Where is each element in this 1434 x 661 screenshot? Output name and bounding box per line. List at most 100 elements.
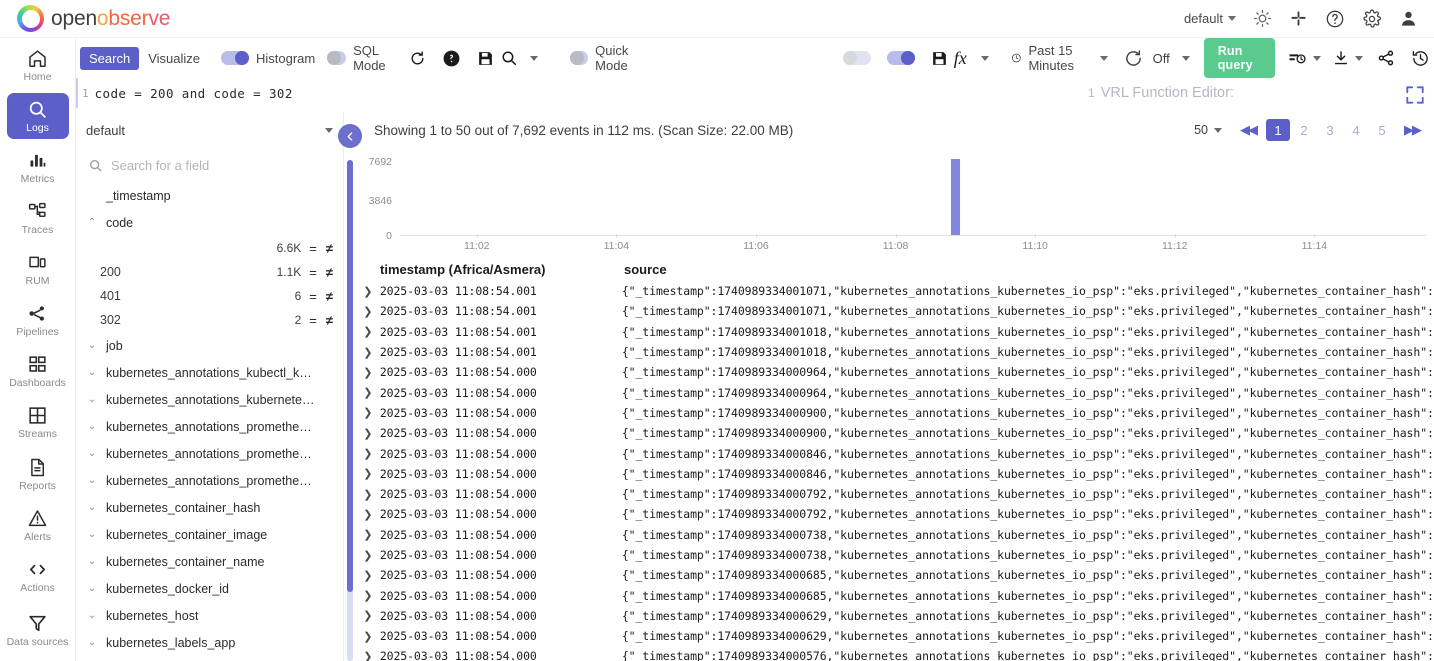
expand-row-icon[interactable]: ❯ xyxy=(356,386,380,399)
sidebar-item-traces[interactable]: Traces xyxy=(7,195,69,241)
expand-row-icon[interactable]: ❯ xyxy=(356,305,380,318)
filter-equals-button[interactable]: = xyxy=(309,289,317,304)
fullscreen-button[interactable] xyxy=(1404,84,1426,106)
chart-bar[interactable] xyxy=(951,159,960,235)
sidebar-item-alerts[interactable]: Alerts xyxy=(7,502,69,548)
table-row[interactable]: ❯ 2025-03-03 11:08:54.000 {"_timestamp":17… xyxy=(356,606,1434,626)
field-item[interactable]: ⌄ kubernetes_container_hash xyxy=(76,494,343,521)
table-row[interactable]: ❯ 2025-03-03 11:08:54.001 {"_timestamp":17… xyxy=(356,322,1434,342)
quick-mode-toggle[interactable] xyxy=(569,51,589,65)
sidebar-item-home[interactable]: Home xyxy=(7,42,69,88)
table-row[interactable]: ❯ 2025-03-03 11:08:54.001 {"_timestamp":17… xyxy=(356,342,1434,362)
field-item[interactable]: ⌄ kubernetes_docker_id xyxy=(76,575,343,602)
collapse-sidebar-button[interactable] xyxy=(338,124,362,148)
sidebar-item-streams[interactable]: Streams xyxy=(7,400,69,446)
refresh-interval-dropdown[interactable] xyxy=(1181,55,1190,61)
table-row[interactable]: ❯ 2025-03-03 11:08:54.000 {"_timestamp":17… xyxy=(356,504,1434,524)
brightness-icon[interactable] xyxy=(1253,9,1272,28)
expand-row-icon[interactable]: ❯ xyxy=(356,549,380,562)
expand-row-icon[interactable]: ❯ xyxy=(356,366,380,379)
table-row[interactable]: ❯ 2025-03-03 11:08:54.000 {"_timestamp":17… xyxy=(356,525,1434,545)
table-row[interactable]: ❯ 2025-03-03 11:08:54.000 {"_timestamp":17… xyxy=(356,545,1434,565)
field-item[interactable]: ⌄ kubernetes_annotations_kubernetes_… xyxy=(76,386,343,413)
first-page-button[interactable]: ◀◀ xyxy=(1236,122,1260,138)
user-avatar-icon[interactable] xyxy=(1399,9,1418,28)
table-row[interactable]: ❯ 2025-03-03 11:08:54.000 {"_timestamp":17… xyxy=(356,585,1434,605)
table-row[interactable]: ❯ 2025-03-03 11:08:54.000 {"_timestamp":17… xyxy=(356,382,1434,402)
filter-equals-button[interactable]: = xyxy=(309,241,317,256)
table-row[interactable]: ❯ 2025-03-03 11:08:54.000 {"_timestamp":17… xyxy=(356,423,1434,443)
table-row[interactable]: ❯ 2025-03-03 11:08:54.001 {"_timestamp":17… xyxy=(356,281,1434,301)
field-item[interactable]: ⌄ job xyxy=(76,332,343,359)
page-size-selector[interactable]: 50 xyxy=(1194,123,1222,137)
slack-icon[interactable] xyxy=(1289,9,1308,28)
expand-row-icon[interactable]: ❯ xyxy=(356,488,380,501)
field-item[interactable]: ⌄ kubernetes_annotations_prometheus… xyxy=(76,413,343,440)
schedule-dropdown[interactable] xyxy=(1313,55,1321,61)
field-value-row[interactable]: 302 2 = ≠ xyxy=(76,308,343,332)
time-range-picker[interactable]: Past 15 Minutes xyxy=(1011,43,1108,73)
expand-row-icon[interactable]: ❯ xyxy=(356,325,380,338)
expand-row-icon[interactable]: ❯ xyxy=(356,285,380,298)
filter-equals-button[interactable]: = xyxy=(309,265,317,280)
sidebar-item-metrics[interactable]: Metrics xyxy=(7,144,69,190)
scrollbar-thumb[interactable] xyxy=(347,160,353,592)
help-icon[interactable] xyxy=(1325,9,1345,29)
sidebar-item-rum[interactable]: RUM xyxy=(7,247,69,293)
page-number-button[interactable]: 2 xyxy=(1292,119,1316,141)
field-item[interactable]: ⌄ kubernetes_host xyxy=(76,602,343,629)
settings-icon[interactable] xyxy=(1362,8,1382,29)
field-value-row[interactable]: 401 6 = ≠ xyxy=(76,284,343,308)
org-selector[interactable]: default xyxy=(1184,11,1236,26)
download-dropdown[interactable] xyxy=(1355,55,1363,61)
save-search-button[interactable] xyxy=(477,50,494,67)
sidebar-item-logs[interactable]: Logs xyxy=(6,93,69,140)
expand-row-icon[interactable]: ❯ xyxy=(356,427,380,440)
tab-search[interactable]: Search xyxy=(80,46,140,70)
share-icon[interactable] xyxy=(1377,49,1395,67)
sidebar-item-pipelines[interactable]: Pipelines xyxy=(7,298,69,344)
stream-selector[interactable]: default xyxy=(76,112,343,148)
table-row[interactable]: ❯ 2025-03-03 11:08:54.000 {"_timestamp":17… xyxy=(356,565,1434,585)
field-item[interactable]: ⌄ kubernetes_annotations_prometheus… xyxy=(76,440,343,467)
table-row[interactable]: ❯ 2025-03-03 11:08:54.000 {"_timestamp":17… xyxy=(356,362,1434,382)
table-row[interactable]: ❯ 2025-03-03 11:08:54.001 {"_timestamp":17… xyxy=(356,301,1434,321)
table-row[interactable]: ❯ 2025-03-03 11:08:54.000 {"_timestamp":17… xyxy=(356,646,1434,661)
sidebar-item-actions[interactable]: Actions xyxy=(7,553,69,599)
expand-row-icon[interactable]: ❯ xyxy=(356,650,380,661)
expand-row-icon[interactable]: ❯ xyxy=(356,406,380,419)
expand-row-icon[interactable]: ❯ xyxy=(356,447,380,460)
field-item[interactable]: ⌄ kubernetes_annotations_kubectl_kub… xyxy=(76,359,343,386)
filter-not-equals-button[interactable]: ≠ xyxy=(326,265,333,280)
filter-not-equals-button[interactable]: ≠ xyxy=(326,241,333,256)
expand-row-icon[interactable]: ❯ xyxy=(356,508,380,521)
schedule-search-icon[interactable] xyxy=(1287,49,1307,67)
expand-row-icon[interactable]: ❯ xyxy=(356,589,380,602)
field-item[interactable]: _timestamp xyxy=(76,182,343,209)
field-item[interactable]: ⌄ kubernetes_container_name xyxy=(76,548,343,575)
filter-not-equals-button[interactable]: ≠ xyxy=(326,289,333,304)
run-query-button[interactable]: Run query xyxy=(1203,38,1275,78)
expand-row-icon[interactable]: ❯ xyxy=(356,630,380,643)
table-row[interactable]: ❯ 2025-03-03 11:08:54.000 {"_timestamp":17… xyxy=(356,484,1434,504)
field-search[interactable] xyxy=(76,148,343,182)
tab-visualize[interactable]: Visualize xyxy=(139,47,209,70)
expand-row-icon[interactable]: ❯ xyxy=(356,569,380,582)
auto-refresh-icon[interactable] xyxy=(1124,49,1143,68)
saved-views-dropdown[interactable] xyxy=(529,55,538,61)
field-item[interactable]: ⌄ kubernetes_annotations_prometheus… xyxy=(76,467,343,494)
secondary-toggle[interactable] xyxy=(842,51,871,65)
save-function-button[interactable] xyxy=(931,50,948,67)
field-item[interactable]: ⌄ kubernetes_labels_app xyxy=(76,629,343,656)
page-number-button[interactable]: 3 xyxy=(1318,119,1342,141)
table-row[interactable]: ❯ 2025-03-03 11:08:54.000 {"_timestamp":17… xyxy=(356,464,1434,484)
page-number-button[interactable]: 5 xyxy=(1370,119,1394,141)
query-editor[interactable]: 1 code = 200 and code = 302 xyxy=(76,78,888,108)
filter-not-equals-button[interactable]: ≠ xyxy=(326,313,333,328)
page-number-button[interactable]: 4 xyxy=(1344,119,1368,141)
sidebar-item-reports[interactable]: Reports xyxy=(7,451,69,497)
histogram-toggle[interactable] xyxy=(221,51,249,65)
saved-views-search-icon[interactable] xyxy=(500,49,518,67)
search-history-icon[interactable] xyxy=(1411,49,1430,68)
sql-mode-toggle[interactable] xyxy=(327,51,347,65)
